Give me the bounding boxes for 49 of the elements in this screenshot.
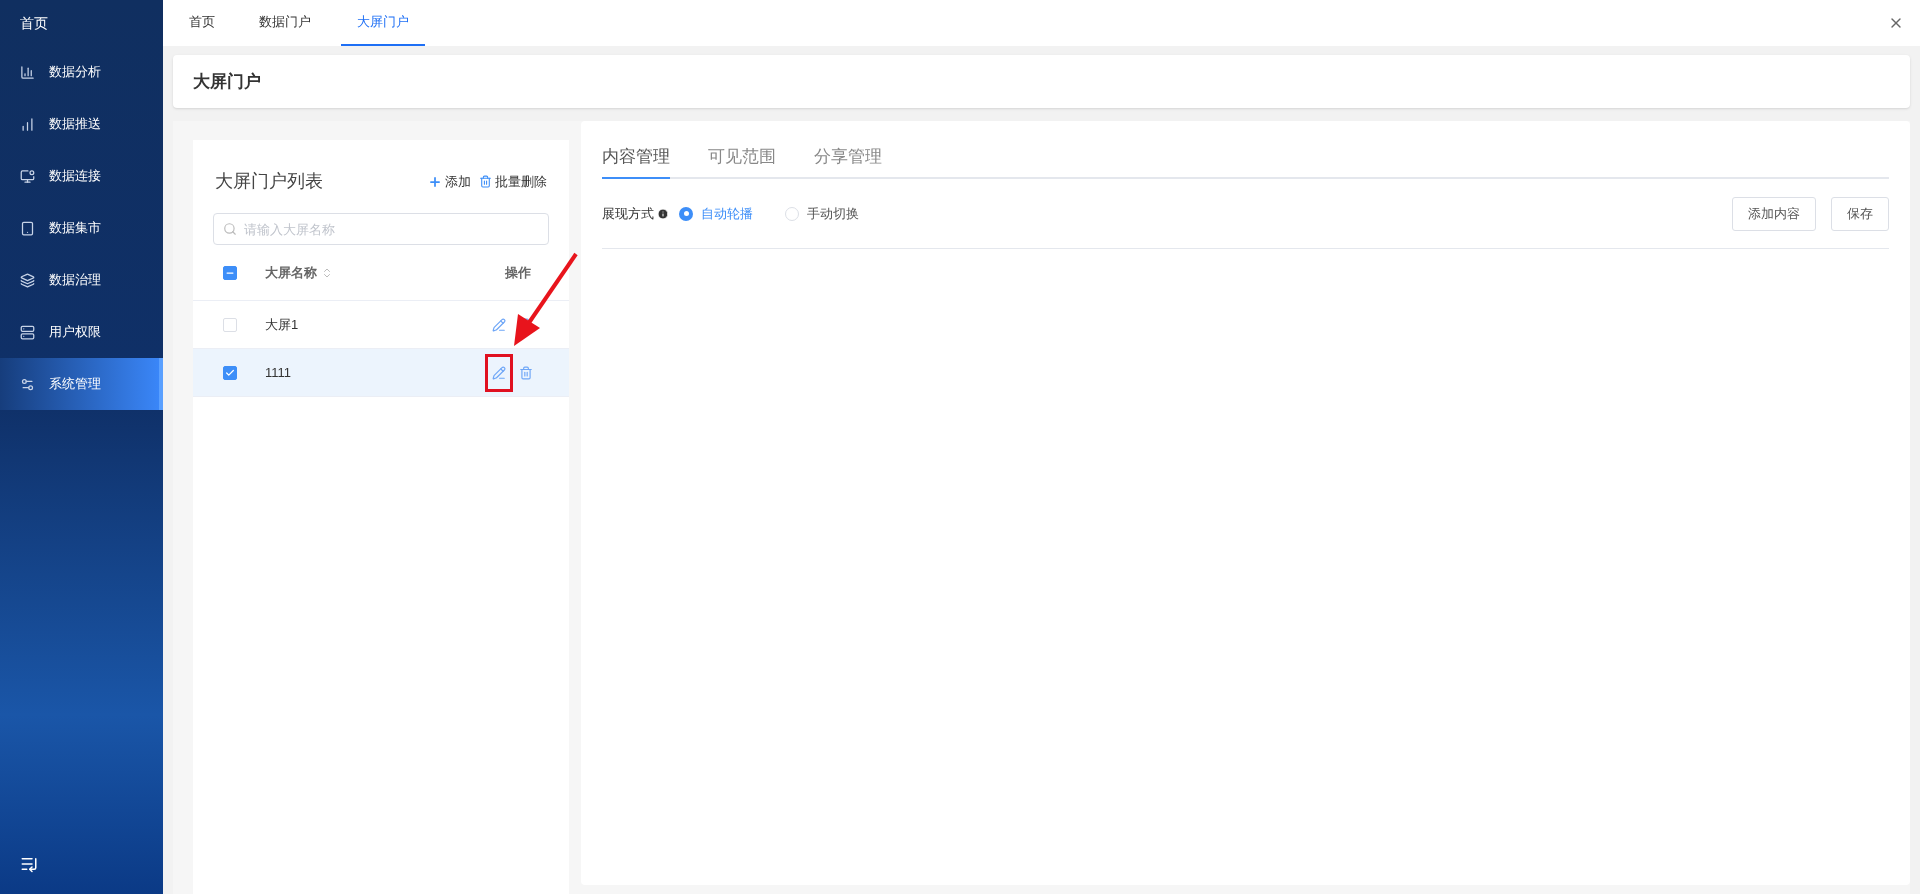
sidebar-item[interactable]: 数据治理: [0, 254, 163, 306]
column-header: 操作: [505, 263, 531, 282]
add-content-button[interactable]: 添加内容: [1732, 196, 1816, 231]
sidebar-item[interactable]: 用户权限: [0, 306, 163, 358]
menu-icon: [20, 64, 35, 80]
collapse-menu-icon[interactable]: [20, 855, 38, 873]
table-cell-text: 大屏1: [265, 315, 299, 334]
highlight-frame[interactable]: [485, 353, 513, 392]
table-cell-text: 1111: [265, 363, 292, 382]
sidebar-item[interactable]: 数据推送: [0, 98, 163, 150]
menu-icon: [20, 272, 35, 288]
content-tab[interactable]: 内容管理: [602, 143, 670, 179]
content-tab[interactable]: 分享管理: [814, 143, 882, 179]
sidebar-item[interactable]: 系统管理: [0, 358, 163, 410]
table-row[interactable]: 1111: [193, 349, 569, 397]
page-tab[interactable]: 大屏门户: [341, 0, 425, 46]
page-tab[interactable]: 数据门户: [245, 0, 325, 46]
pencil-icon: [492, 365, 506, 380]
menu-icon: [20, 324, 35, 340]
checkbox[interactable]: [223, 265, 237, 280]
plus-icon: [428, 174, 442, 189]
column-header[interactable]: 大屏名称: [265, 262, 333, 283]
info-icon: [657, 207, 669, 220]
add-button[interactable]: 添加: [428, 171, 471, 192]
sort-icon: [321, 266, 333, 279]
sidebar-home-link[interactable]: 首页: [20, 12, 48, 34]
sidebar-item[interactable]: 数据分析: [0, 46, 163, 98]
panel-title: 大屏门户列表: [215, 170, 323, 193]
save-button[interactable]: 保存: [1831, 196, 1889, 231]
field-label: 展现方式: [602, 204, 654, 223]
menu-icon: [20, 116, 35, 132]
content-tab[interactable]: 可见范围: [708, 143, 776, 179]
radio-option[interactable]: 手动切换: [785, 203, 859, 224]
pencil-icon: [492, 317, 506, 332]
radio[interactable]: [679, 206, 693, 221]
batch-delete-button[interactable]: 批量删除: [479, 171, 547, 192]
sidebar-item[interactable]: 数据连接: [0, 150, 163, 202]
search-icon: [223, 222, 237, 236]
checkbox[interactable]: [223, 365, 237, 380]
trash-icon: [479, 175, 492, 188]
page-tab[interactable]: 首页: [175, 0, 229, 46]
menu-icon: [20, 220, 35, 236]
page-title: 大屏门户: [193, 70, 261, 93]
search-field[interactable]: 请输入大屏名称: [213, 213, 549, 245]
menu-icon: [20, 376, 35, 392]
sidebar-item[interactable]: 数据集市: [0, 202, 163, 254]
trash-icon[interactable]: [519, 365, 533, 380]
menu-icon: [20, 168, 35, 184]
check-icon: [225, 367, 235, 378]
